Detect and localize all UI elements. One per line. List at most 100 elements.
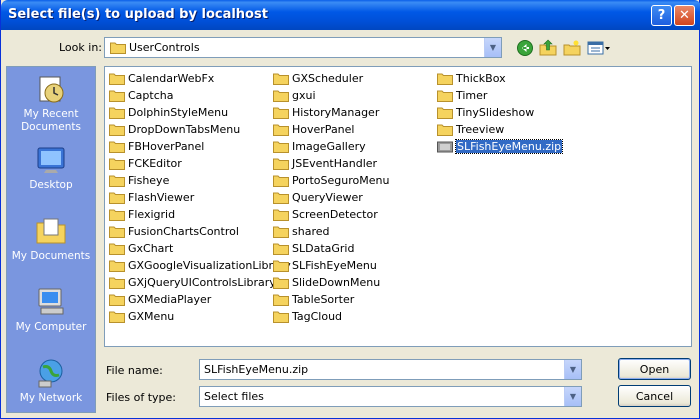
folder-item-label: DolphinStyleMenu — [128, 106, 229, 119]
folder-icon — [109, 90, 125, 102]
new-folder-button[interactable] — [563, 39, 581, 57]
folder-item[interactable]: CalendarWebFx — [109, 70, 291, 87]
folder-item[interactable]: FusionChartsControl — [109, 223, 291, 240]
folder-item[interactable]: HistoryManager — [273, 104, 389, 121]
chevron-down-icon[interactable]: ▼ — [564, 360, 581, 379]
folder-icon — [437, 73, 453, 85]
file-column: CalendarWebFx Captcha DolphinStyleMenu Drop… — [109, 70, 291, 325]
place-my-documents[interactable]: My Documents — [7, 215, 95, 263]
file-item-selected[interactable]: SLFishEyeMenu.zip — [437, 138, 564, 155]
folder-item[interactable]: gxui — [273, 87, 389, 104]
folder-icon — [273, 124, 289, 136]
folder-item[interactable]: GxChart — [109, 240, 291, 257]
folder-icon — [109, 175, 125, 187]
help-icon: ? — [657, 8, 666, 23]
lookin-dropdown[interactable]: UserControls ▼ — [104, 37, 502, 58]
folder-icon — [273, 260, 289, 272]
folder-icon — [273, 90, 289, 102]
dialog-title: Select file(s) to upload by localhost — [8, 7, 268, 22]
folder-item[interactable]: GXMenu — [109, 308, 291, 325]
help-button[interactable]: ? — [651, 5, 672, 26]
folder-item[interactable]: GXjQueryUIControlsLibrary — [109, 274, 291, 291]
folder-icon — [273, 226, 289, 238]
folder-item[interactable]: GXGoogleVisualizationLibrary — [109, 257, 291, 274]
folder-icon — [109, 277, 125, 289]
views-menu-button[interactable] — [587, 39, 611, 57]
folder-item[interactable]: TinySlideshow — [437, 104, 562, 121]
cancel-button[interactable]: Cancel — [618, 385, 691, 407]
folder-icon — [109, 73, 125, 85]
folder-item-label: PortoSeguroMenu — [292, 174, 390, 187]
place-my-computer[interactable]: My Computer — [7, 286, 95, 334]
folder-item[interactable]: TagCloud — [273, 308, 389, 325]
folder-item[interactable]: JSEventHandler — [273, 155, 389, 172]
folder-item[interactable]: Treeview — [437, 121, 562, 138]
folder-item-label: ThickBox — [456, 72, 506, 85]
folder-item[interactable]: SlideDownMenu — [273, 274, 389, 291]
folder-item[interactable]: Fisheye — [109, 172, 291, 189]
close-icon: ✕ — [679, 8, 690, 23]
folder-item-label: gxui — [292, 89, 316, 102]
open-button[interactable]: Open — [618, 358, 691, 380]
file-list[interactable]: CalendarWebFx Captcha DolphinStyleMenu Drop… — [104, 66, 692, 347]
folder-item[interactable]: DolphinStyleMenu — [109, 104, 291, 121]
place-my-network[interactable]: My Network — [7, 357, 95, 405]
chevron-down-icon[interactable]: ▼ — [564, 387, 581, 406]
title-bar[interactable]: Select file(s) to upload by localhost ? … — [1, 0, 700, 30]
folder-icon — [273, 158, 289, 170]
folder-item[interactable]: GXScheduler — [273, 70, 389, 87]
folder-item[interactable]: FlashViewer — [109, 189, 291, 206]
chevron-down-icon[interactable]: ▼ — [484, 38, 501, 57]
folder-item[interactable]: FCKEditor — [109, 155, 291, 172]
folder-item-label: HoverPanel — [292, 123, 355, 136]
back-button[interactable] — [516, 39, 534, 57]
folder-item-label: DropDownTabsMenu — [128, 123, 241, 136]
folder-item[interactable]: QueryViewer — [273, 189, 389, 206]
folder-item[interactable]: TableSorter — [273, 291, 389, 308]
folder-item[interactable]: DropDownTabsMenu — [109, 121, 291, 138]
folder-item[interactable]: ThickBox — [437, 70, 562, 87]
up-folder-button[interactable] — [539, 39, 557, 57]
folder-icon — [110, 42, 126, 54]
views-icon — [587, 41, 610, 55]
folder-item-label: GXGoogleVisualizationLibrary — [128, 259, 291, 272]
folder-item[interactable]: ImageGallery — [273, 138, 389, 155]
folder-item[interactable]: ScreenDetector — [273, 206, 389, 223]
filename-input[interactable]: SLFishEyeMenu.zip ▼ — [199, 359, 582, 380]
folder-item[interactable]: HoverPanel — [273, 121, 389, 138]
folder-item-label: TagCloud — [292, 310, 343, 323]
folder-icon — [273, 73, 289, 85]
folder-item[interactable]: Flexigrid — [109, 206, 291, 223]
folder-icon — [109, 311, 125, 323]
folder-icon — [273, 141, 289, 153]
place-desktop[interactable]: Desktop — [7, 144, 95, 192]
folder-item-label: CalendarWebFx — [128, 72, 215, 85]
folder-item[interactable]: SLFishEyeMenu — [273, 257, 389, 274]
place-label: My Documents — [11, 250, 91, 262]
folder-item-label: ScreenDetector — [292, 208, 378, 221]
close-button[interactable]: ✕ — [674, 5, 695, 26]
folder-item-label: shared — [292, 225, 330, 238]
folder-item-label: TableSorter — [292, 293, 355, 306]
folder-item[interactable]: PortoSeguroMenu — [273, 172, 389, 189]
zip-file-icon — [437, 141, 453, 153]
folder-icon — [109, 124, 125, 136]
place-my-recent-documents[interactable]: My Recent Documents — [7, 73, 95, 134]
folder-icon — [109, 243, 125, 255]
folder-item[interactable]: SLDataGrid — [273, 240, 389, 257]
folder-item[interactable]: Captcha — [109, 87, 291, 104]
filetype-value: Select files — [204, 390, 264, 403]
folder-item-label: SlideDownMenu — [292, 276, 381, 289]
folder-item-label: Fisheye — [128, 174, 170, 187]
folder-item[interactable]: FBHoverPanel — [109, 138, 291, 155]
folder-icon — [109, 226, 125, 238]
filetype-select[interactable]: Select files ▼ — [199, 386, 582, 407]
folder-item[interactable]: GXMediaPlayer — [109, 291, 291, 308]
folder-item[interactable]: Timer — [437, 87, 562, 104]
folder-item-label: SLFishEyeMenu — [292, 259, 377, 272]
lookin-label: Look in: — [59, 41, 102, 54]
folder-item[interactable]: shared — [273, 223, 389, 240]
folder-item-label: GxChart — [128, 242, 174, 255]
folder-item-label: HistoryManager — [292, 106, 380, 119]
my-documents-icon — [36, 218, 66, 244]
